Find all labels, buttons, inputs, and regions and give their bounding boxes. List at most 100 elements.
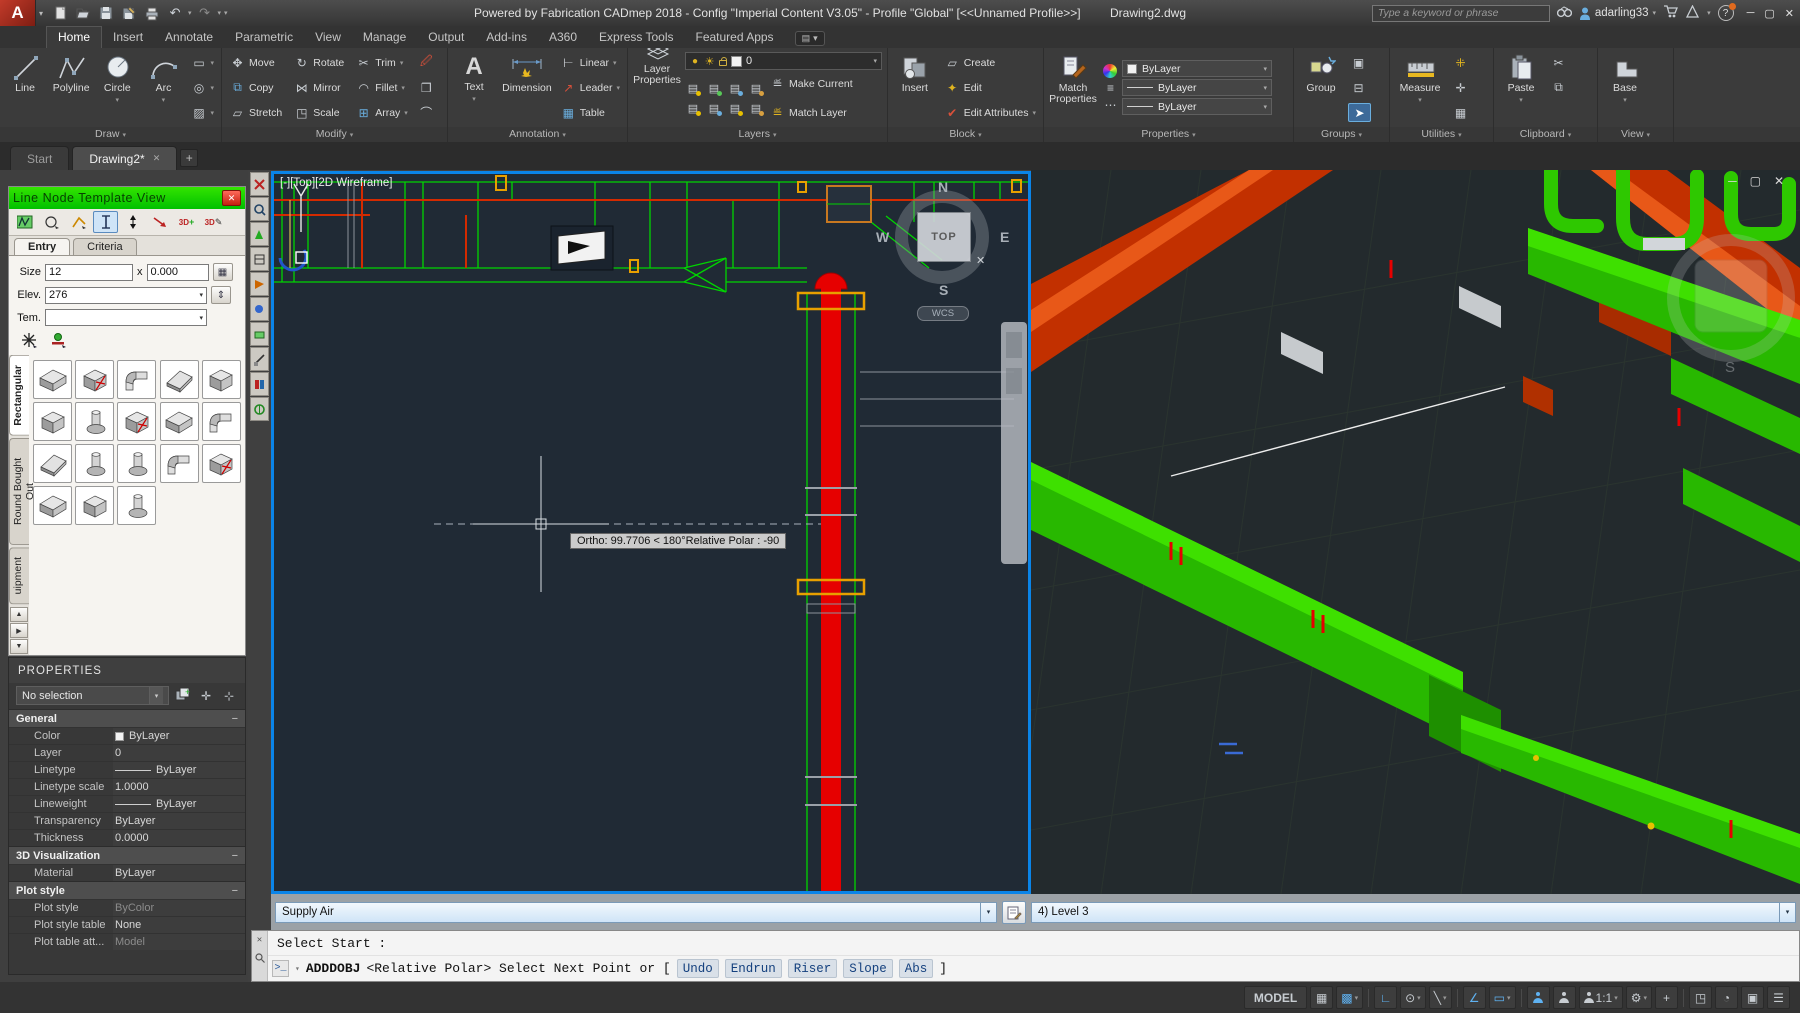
vtool-7-icon[interactable] [250,322,269,346]
model-space-button[interactable]: MODEL [1244,986,1307,1009]
restore-button[interactable]: ▢ [1764,7,1774,20]
size-input[interactable] [45,264,133,281]
fillet-button[interactable]: ◠Fillet▾ [353,78,411,97]
redo-caret-icon[interactable]: ▾ [218,9,222,17]
color-wheel-icon[interactable] [1103,64,1117,78]
save-button[interactable] [96,4,116,23]
leader-button[interactable]: ↗Leader▾ [558,78,623,97]
circle-button[interactable]: Circle▾ [95,50,139,125]
lineweight-combo[interactable]: ByLayer▾ [1122,79,1272,96]
viewcube-south[interactable]: S [939,282,948,298]
snap-mode-button[interactable]: ▩▾ [1336,986,1363,1009]
section-3d-visualization[interactable]: 3D Visualization− [9,846,245,864]
section-general[interactable]: General− [9,709,245,727]
array-button[interactable]: ⊞Array▾ [353,103,411,122]
layer-on-all-button[interactable]: ▤ [725,99,745,118]
clipboard-panel-label[interactable]: Clipboard▾ [1494,127,1597,142]
fitting-braced-box-button[interactable] [117,402,156,441]
fitting-round-tap-button[interactable] [75,402,114,441]
command-close-icon[interactable]: ✕ [257,935,262,945]
plot-button[interactable] [142,4,162,23]
group-selection-toggle-button[interactable]: ➤ [1348,103,1371,122]
fitting-straight-2-button[interactable] [160,402,199,441]
vtool-9-icon[interactable] [250,372,269,396]
undo-button[interactable]: ↶ [165,4,185,23]
object-snap-tracking-button[interactable]: ∠ [1463,986,1486,1009]
lineweight-icon[interactable]: ≡ [1103,81,1118,95]
units-button[interactable]: ◳ [1689,986,1712,1009]
copy-clip-button[interactable]: ⧉ [1548,78,1569,97]
isodraft-button[interactable]: ╲▾ [1429,986,1452,1009]
fitting-hood-button[interactable] [33,486,72,525]
scale-button[interactable]: ◳Scale [291,103,347,122]
vtool-4-icon[interactable] [250,247,269,271]
selection-caret-icon[interactable]: ▾ [149,687,163,704]
size-options-button[interactable]: ▦ [213,263,233,281]
fitting-wedge-2-button[interactable] [33,444,72,483]
vtool-1-icon[interactable] [250,172,269,196]
line-button[interactable]: Line [3,50,47,125]
stretch-button[interactable]: ▱Stretch [227,103,285,122]
tab-view[interactable]: View [304,27,352,48]
polar-tracking-button[interactable]: ⊙▾ [1400,986,1426,1009]
circle-tool-icon[interactable] [39,211,64,233]
tab-a360[interactable]: A360 [538,27,588,48]
viewcube[interactable]: N S W E TOP ✕ WCS [884,182,1004,322]
tab-entry[interactable]: Entry [14,238,70,255]
tab-annotate[interactable]: Annotate [154,27,224,48]
erase-brush-button[interactable]: 🖉 [416,53,437,72]
layer-off-button[interactable]: ▤ [683,79,703,98]
vtool-5-icon[interactable] [250,272,269,296]
paste-button[interactable]: Paste▾ [1497,50,1545,125]
command-search-icon[interactable] [255,953,265,966]
create-block-button[interactable]: ▱Create [942,53,1039,72]
keyword-riser[interactable]: Riser [788,959,838,978]
offset-button[interactable]: ⌒ [416,103,437,122]
annotation-visibility-button[interactable] [1527,986,1550,1009]
3d-add-tool-icon[interactable]: 3D+ [174,211,199,233]
prop-row-plot-style[interactable]: Plot styleByColor [9,899,245,916]
prop-row-plot-style-table[interactable]: Plot style tableNone [9,916,245,933]
groups-panel-label[interactable]: Groups▾ [1294,127,1389,142]
viewcube-wcs-menu[interactable]: WCS [917,306,969,321]
viewport-2d-top[interactable]: [-][Top][2D Wireframe] N S W E TOP ✕ WCS… [271,171,1031,894]
layer-unisolate-button[interactable]: ▤ [683,99,703,118]
utilities-panel-label[interactable]: Utilities▾ [1390,127,1493,142]
ungroup-button[interactable]: ▣ [1348,53,1371,72]
explode-button[interactable]: ❒ [416,78,437,97]
search-binoculars-icon[interactable] [1557,6,1572,21]
signin-user[interactable]: adarling33 ▾ [1579,7,1656,20]
properties-header[interactable]: PROPERTIES [9,658,245,683]
file-tab-start[interactable]: Start [10,146,69,170]
measure-button[interactable]: Measure▾ [1393,50,1447,125]
prop-row-linetype[interactable]: LinetypeByLayer [9,761,245,778]
prop-row-thickness[interactable]: Thickness0.0000 [9,829,245,846]
object-color-combo[interactable]: ByLayer▾ [1122,60,1272,77]
selection-combo[interactable]: No selection▾ [16,686,169,705]
keyword-undo[interactable]: Undo [677,959,719,978]
service-combo[interactable]: Supply Air ▾ [275,902,997,923]
palette-title-bar[interactable]: Line Node Template View ✕ [9,187,245,209]
command-prompt-icon[interactable]: >_ [272,960,289,977]
quick-properties-button[interactable]: ◔ [1715,986,1738,1009]
layer-freeze-button[interactable]: ▤ [725,79,745,98]
draw-panel-label[interactable]: Draw▾ [0,127,221,142]
keyword-endrun[interactable]: Endrun [725,959,782,978]
edit-attributes-button[interactable]: ✔Edit Attributes▾ [942,103,1039,122]
viewcube-west[interactable]: W [876,229,889,245]
trim-button[interactable]: ✂Trim▾ [353,53,411,72]
new-tab-button[interactable]: + [180,149,198,167]
prop-row-material[interactable]: MaterialByLayer [9,864,245,881]
prop-row-linetype-scale[interactable]: Linetype scale1.0000 [9,778,245,795]
match-properties-button[interactable]: Match Properties [1047,50,1099,125]
base-button[interactable]: Base▾ [1601,50,1649,125]
tab-addins[interactable]: Add-ins [475,27,538,48]
help-icon[interactable]: ? [1718,5,1734,21]
insert-node-tool-icon[interactable] [50,332,67,351]
recent-commands-caret-icon[interactable]: ▾ [295,964,300,974]
layers-panel-label[interactable]: Layers▾ [628,127,887,142]
ribbon-options-button[interactable]: ▤ ▾ [795,31,825,46]
layer-isolate-button[interactable]: ▤ [704,79,724,98]
prop-row-lineweight[interactable]: LineweightByLayer [9,795,245,812]
keyword-slope[interactable]: Slope [843,959,893,978]
